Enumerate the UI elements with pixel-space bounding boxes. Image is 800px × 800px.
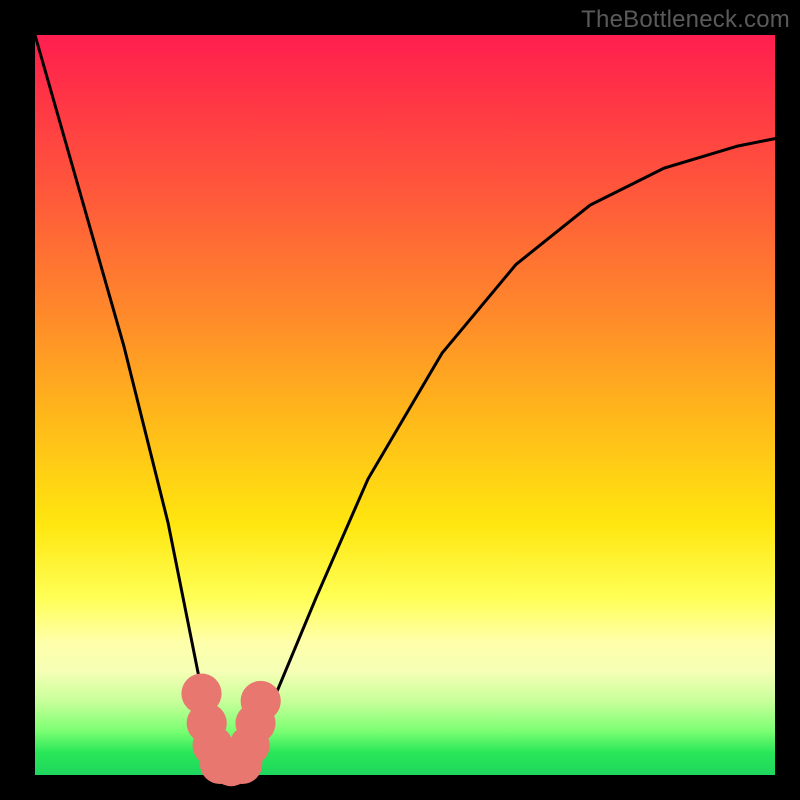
chart-frame: TheBottleneck.com bbox=[0, 0, 800, 800]
marker-group bbox=[181, 674, 280, 787]
right-dot-3 bbox=[241, 681, 281, 721]
curve-svg bbox=[35, 35, 775, 775]
watermark-text: TheBottleneck.com bbox=[581, 6, 790, 34]
bottleneck-curve bbox=[35, 35, 775, 768]
plot-area bbox=[35, 35, 775, 775]
